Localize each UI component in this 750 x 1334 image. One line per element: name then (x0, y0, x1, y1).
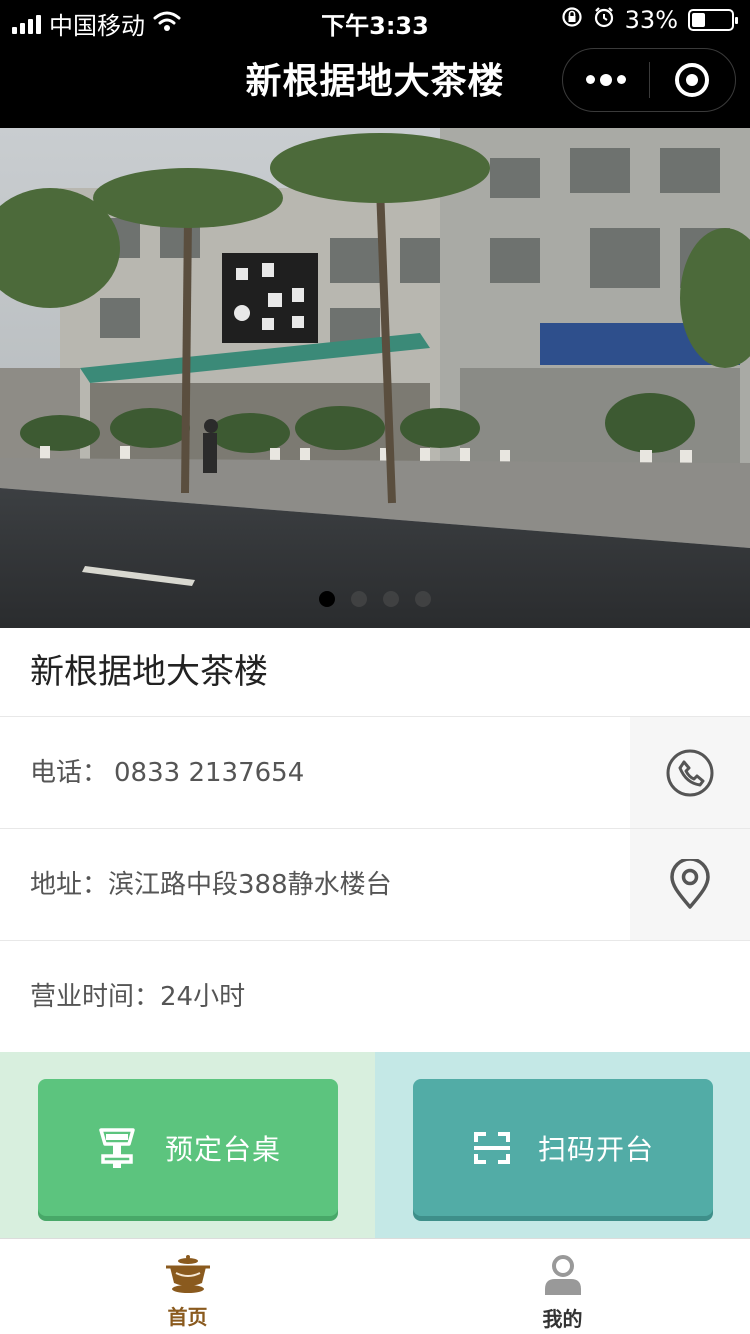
call-button[interactable] (630, 717, 750, 828)
hours-row: 营业时间：24小时 (0, 940, 750, 1052)
alarm-icon (593, 6, 615, 34)
battery-icon (688, 9, 738, 31)
phone-row: 电话： 0833 2137654 (0, 716, 750, 828)
tab-home-label: 首页 (167, 1305, 208, 1329)
hours-label: 营业时间： (30, 982, 161, 1012)
location-pin-icon (670, 858, 710, 909)
action-area: 预定台桌 扫码开台 (0, 1052, 750, 1238)
phone-icon (666, 749, 714, 796)
mini-program-capsule (562, 48, 736, 112)
more-button[interactable] (563, 49, 649, 111)
reserve-table-label: 预定台桌 (164, 1132, 281, 1166)
banner-image (0, 128, 750, 628)
phone-text: 电话： 0833 2137654 (30, 717, 304, 829)
target-circle-icon (675, 63, 710, 97)
map-button[interactable] (630, 829, 750, 940)
scan-open-table-label: 扫码开台 (537, 1132, 654, 1166)
status-bar: 中国移动 下午3:33 33% (0, 0, 750, 40)
close-button[interactable] (650, 49, 736, 111)
teacup-icon (165, 1255, 210, 1293)
reserve-panel: 预定台桌 (0, 1052, 375, 1238)
battery-percent: 33% (624, 6, 678, 34)
carousel-dot[interactable] (415, 591, 431, 607)
address-row: 地址：滨江路中段388静水楼台 (0, 828, 750, 940)
carousel-indicators (0, 591, 750, 607)
carousel-dot[interactable] (351, 591, 367, 607)
scan-panel: 扫码开台 (375, 1052, 750, 1238)
address-label: 地址： (30, 870, 109, 900)
table-lamp-icon (99, 1127, 135, 1168)
phone-label: 电话： (30, 758, 109, 788)
carousel-dot[interactable] (383, 591, 399, 607)
scan-icon (473, 1131, 510, 1164)
hours-value: 24小时 (160, 982, 246, 1012)
banner-carousel[interactable] (0, 128, 750, 628)
shop-name: 新根据地大茶楼 (30, 652, 268, 692)
top-bar: 中国移动 下午3:33 33% 新根据地大茶楼 (0, 0, 750, 128)
tab-bar: 首页 我的 (0, 1238, 750, 1334)
user-icon (544, 1255, 581, 1295)
tab-mine[interactable]: 我的 (375, 1239, 750, 1334)
hours-text: 营业时间：24小时 (30, 941, 245, 1053)
carousel-dot[interactable] (319, 591, 335, 607)
tab-home[interactable]: 首页 (0, 1239, 375, 1334)
phone-value: 0833 2137654 (114, 758, 305, 788)
scan-open-table-button[interactable]: 扫码开台 (413, 1079, 713, 1216)
tab-mine-label: 我的 (542, 1307, 583, 1331)
more-dots-icon (585, 73, 626, 86)
address-text: 地址：滨江路中段388静水楼台 (30, 829, 392, 941)
address-value: 滨江路中段388静水楼台 (108, 870, 392, 900)
reserve-table-button[interactable]: 预定台桌 (38, 1079, 338, 1216)
rotation-lock-icon (561, 6, 583, 34)
